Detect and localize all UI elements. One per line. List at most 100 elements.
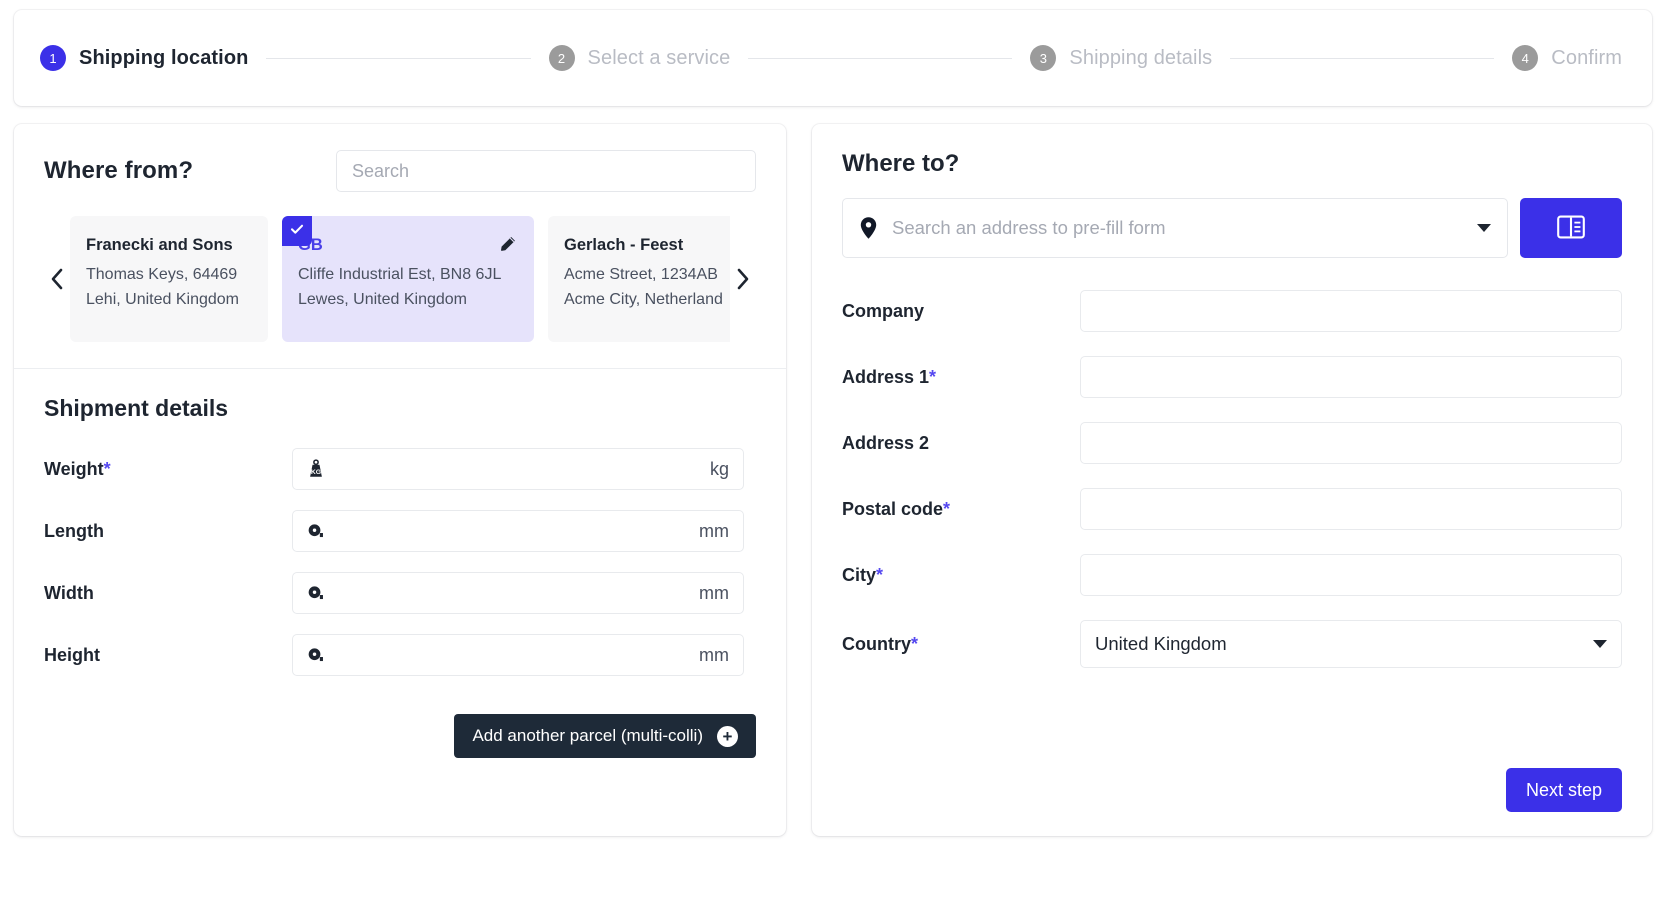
weight-unit: kg xyxy=(710,459,729,480)
field-row-company: Company xyxy=(842,290,1622,332)
company-input[interactable] xyxy=(1080,290,1622,332)
address-2-label: Address 2 xyxy=(842,433,1080,454)
add-parcel-row: Add another parcel (multi-colli) + xyxy=(44,696,756,758)
where-from-title: Where from? xyxy=(44,157,193,185)
required-marker: * xyxy=(929,367,936,387)
address-card-name: Franecki and Sons xyxy=(86,236,252,256)
step-number-badge: 1 xyxy=(40,45,66,71)
step-label: Shipping location xyxy=(79,47,248,70)
check-icon xyxy=(289,221,305,242)
add-another-parcel-button[interactable]: Add another parcel (multi-colli) + xyxy=(454,714,756,758)
field-row-length: Length mm xyxy=(44,510,756,552)
height-label: Height xyxy=(44,645,292,666)
field-row-city: City* xyxy=(842,554,1622,596)
city-label-text: City xyxy=(842,565,876,585)
address-1-input[interactable] xyxy=(1080,356,1622,398)
city-label: City* xyxy=(842,565,1080,586)
step-label: Select a service xyxy=(588,47,731,70)
length-input[interactable]: mm xyxy=(292,510,744,552)
where-to-panel: Where to? Search an address to pre-fill … xyxy=(812,124,1652,836)
left-panel: Where from? Search Fra xyxy=(14,124,786,836)
postal-code-label-text: Postal code xyxy=(842,499,943,519)
address-card-name: GB xyxy=(298,236,518,256)
tape-measure-icon xyxy=(305,582,327,604)
step-confirm[interactable]: 4 Confirm xyxy=(1512,45,1622,71)
address-card-line2: Lehi, United Kingdom xyxy=(86,288,252,313)
postal-code-input[interactable] xyxy=(1080,488,1622,530)
weight-input[interactable]: KG kg xyxy=(292,448,744,490)
step-connector xyxy=(1230,58,1494,59)
plus-circle-icon: + xyxy=(717,726,738,747)
postal-code-label: Postal code* xyxy=(842,499,1080,520)
width-label: Width xyxy=(44,583,292,604)
pencil-icon xyxy=(498,241,518,258)
address-1-label: Address 1* xyxy=(842,367,1080,388)
address-card-line2: Acme City, Netherland xyxy=(564,288,730,313)
chevron-down-icon[interactable] xyxy=(1477,224,1491,232)
where-from-section: Where from? Search Fra xyxy=(14,124,786,368)
next-step-button[interactable]: Next step xyxy=(1506,768,1622,812)
required-marker: * xyxy=(911,634,918,654)
step-label: Confirm xyxy=(1551,47,1622,70)
address-book-button[interactable] xyxy=(1520,198,1622,258)
address-search-placeholder: Search an address to pre-fill form xyxy=(892,217,1463,239)
width-input[interactable]: mm xyxy=(292,572,744,614)
field-row-weight: Weight* KG kg xyxy=(44,448,756,490)
selected-check-badge xyxy=(282,216,312,246)
address-search-input[interactable]: Search an address to pre-fill form xyxy=(842,198,1508,258)
field-row-address-2: Address 2 xyxy=(842,422,1622,464)
height-input[interactable]: mm xyxy=(292,634,744,676)
shipping-wizard-page: 1 Shipping location 2 Select a service 3… xyxy=(0,0,1666,924)
step-connector xyxy=(266,58,530,59)
address-card-line1: Thomas Keys, 64469 xyxy=(86,263,252,288)
required-marker: * xyxy=(104,459,111,479)
step-number-badge: 3 xyxy=(1030,45,1056,71)
shipment-details-title: Shipment details xyxy=(44,395,756,422)
country-select[interactable]: United Kingdom xyxy=(1080,620,1622,668)
where-to-search-row: Search an address to pre-fill form xyxy=(842,198,1622,258)
address-card-line2: Lewes, United Kingdom xyxy=(298,288,518,313)
country-label: Country* xyxy=(842,634,1080,655)
country-selected-value: United Kingdom xyxy=(1095,633,1227,655)
field-row-width: Width mm xyxy=(44,572,756,614)
location-pin-icon xyxy=(859,216,878,240)
address-card-name: Gerlach - Feest xyxy=(564,236,730,256)
chevron-right-icon xyxy=(736,268,750,290)
where-from-header: Where from? Search xyxy=(44,150,756,192)
weight-label: Weight* xyxy=(44,459,292,480)
city-input[interactable] xyxy=(1080,554,1622,596)
step-select-a-service[interactable]: 2 Select a service xyxy=(549,45,731,71)
address-card-line1: Acme Street, 1234AB xyxy=(564,263,730,288)
tape-measure-icon xyxy=(305,644,327,666)
width-unit: mm xyxy=(699,583,729,604)
field-row-postal-code: Postal code* xyxy=(842,488,1622,530)
step-shipping-details[interactable]: 3 Shipping details xyxy=(1030,45,1212,71)
address-book-icon xyxy=(1556,214,1586,243)
field-row-country: Country* United Kingdom xyxy=(842,620,1622,668)
next-step-row: Next step xyxy=(842,768,1622,836)
step-shipping-location[interactable]: 1 Shipping location xyxy=(40,45,248,71)
carousel-prev-button[interactable] xyxy=(44,268,70,290)
where-from-search-input[interactable]: Search xyxy=(336,150,756,192)
where-to-title: Where to? xyxy=(842,150,1622,178)
carousel-next-button[interactable] xyxy=(730,268,756,290)
field-row-height: Height mm xyxy=(44,634,756,676)
height-unit: mm xyxy=(699,645,729,666)
main-columns: Where from? Search Fra xyxy=(14,124,1652,836)
address-2-input[interactable] xyxy=(1080,422,1622,464)
address-card-selected[interactable]: GB Cliffe Industrial Est, BN8 6JL Lewes,… xyxy=(282,216,534,342)
edit-address-button[interactable] xyxy=(498,234,518,254)
tape-measure-icon xyxy=(305,520,327,542)
company-label: Company xyxy=(842,301,1080,322)
svg-text:KG: KG xyxy=(311,469,321,476)
address-card-list: Franecki and Sons Thomas Keys, 64469 Leh… xyxy=(70,216,730,342)
address-1-label-text: Address 1 xyxy=(842,367,929,387)
field-row-address-1: Address 1* xyxy=(842,356,1622,398)
required-marker: * xyxy=(876,565,883,585)
address-card[interactable]: Gerlach - Feest Acme Street, 1234AB Acme… xyxy=(548,216,730,342)
address-card[interactable]: Franecki and Sons Thomas Keys, 64469 Leh… xyxy=(70,216,268,342)
step-number-badge: 2 xyxy=(549,45,575,71)
add-parcel-label: Add another parcel (multi-colli) xyxy=(472,726,703,746)
address-carousel: Franecki and Sons Thomas Keys, 64469 Leh… xyxy=(44,216,756,342)
chevron-down-icon xyxy=(1593,640,1607,648)
